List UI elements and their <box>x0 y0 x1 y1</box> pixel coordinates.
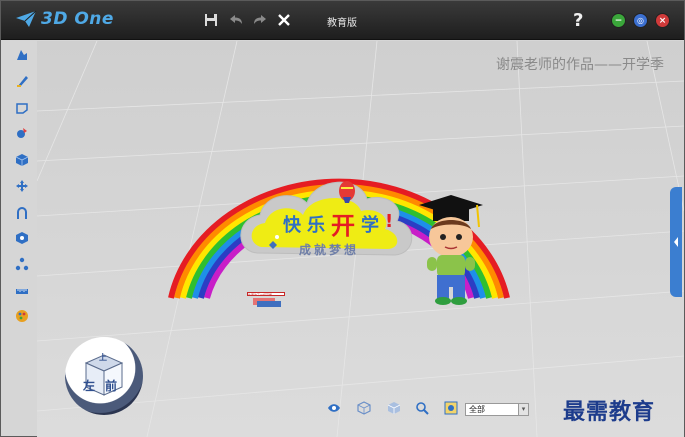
sign-sub-text: 成就梦想 <box>299 243 360 257</box>
material-icon[interactable] <box>15 309 29 323</box>
curve-icon[interactable] <box>15 206 29 220</box>
title-bar: 3D One 教育版 ? − ◎ × <box>1 1 684 40</box>
restore-icon: ◎ <box>637 16 644 25</box>
window-close-icon: × <box>658 15 667 26</box>
filter-select[interactable]: 全部 ▾ <box>465 403 529 416</box>
view-cube-left-label[interactable]: 左 <box>83 377 95 394</box>
view-cube-front-label[interactable]: 前 <box>105 377 117 394</box>
delete-button[interactable] <box>274 10 294 30</box>
undo-icon <box>230 15 242 24</box>
side-panel-toggle[interactable] <box>670 187 682 297</box>
save-button[interactable] <box>201 10 221 30</box>
move-icon[interactable] <box>15 179 29 193</box>
shape-icon[interactable] <box>15 101 29 115</box>
redo-button[interactable] <box>250 10 270 30</box>
assembly-icon[interactable] <box>15 257 29 271</box>
restore-button[interactable]: ◎ <box>633 13 648 28</box>
combine-icon[interactable] <box>15 153 29 167</box>
app-logo-text: 3D One <box>41 9 114 29</box>
eye-icon[interactable] <box>327 401 341 415</box>
chevron-left-icon <box>674 237 678 247</box>
sign-char: 乐 <box>307 215 325 236</box>
edition-label: 教育版 <box>327 18 357 29</box>
filter-select-value: 全部 <box>469 405 485 414</box>
sketch-icon[interactable] <box>15 48 29 62</box>
app-logo: 3D One <box>15 9 114 29</box>
sign-char: 快 <box>283 215 301 236</box>
render-icon[interactable] <box>444 401 458 415</box>
sketch-edit-icon[interactable] <box>15 74 29 88</box>
help-button[interactable]: ? <box>573 10 583 31</box>
paper-plane-icon <box>16 10 37 27</box>
minimize-icon: − <box>614 15 623 26</box>
book-model[interactable]: 生而为了一切可能 <box>247 292 287 307</box>
measure-icon[interactable] <box>15 284 29 298</box>
undo-button[interactable] <box>226 10 246 30</box>
minimize-button[interactable]: − <box>611 13 626 28</box>
close-icon <box>278 14 290 26</box>
feature-icon[interactable] <box>15 126 29 140</box>
chevron-down-icon: ▾ <box>518 404 528 415</box>
brand-watermark: 最需教育 <box>563 399 656 425</box>
redo-icon <box>254 15 266 24</box>
cube-view-icon[interactable] <box>357 401 371 415</box>
view-toolbar: 全部 ▾ <box>297 396 535 420</box>
zoom-icon[interactable] <box>415 401 429 415</box>
app-window: 3D One 教育版 ? − ◎ × 谢震老师的作品——开学季 快 乐 开 学 … <box>0 0 685 437</box>
sign-main-text: 快 乐 开 学 ! <box>283 211 393 241</box>
view-cube-top-label[interactable]: 上 <box>99 352 107 363</box>
viewport-canvas[interactable]: 谢震老师的作品——开学季 快 乐 开 学 ! 成就梦想 生而为了一切可能 上 左… <box>37 41 684 437</box>
sign-char: ! <box>385 211 394 232</box>
window-close-button[interactable]: × <box>655 13 670 28</box>
left-toolbar <box>8 41 36 331</box>
save-icon <box>205 14 217 26</box>
wireframe-icon[interactable] <box>387 401 401 415</box>
sign-char: 学 <box>361 215 379 236</box>
sign-char: 开 <box>331 212 355 240</box>
graduate-character-model[interactable] <box>417 193 487 308</box>
view-cube-widget[interactable]: 上 左 前 <box>65 337 143 415</box>
surface-icon[interactable] <box>15 231 29 245</box>
watermark-text: 谢震老师的作品——开学季 <box>496 57 664 73</box>
book-label: 生而为了一切可能 <box>247 292 285 296</box>
